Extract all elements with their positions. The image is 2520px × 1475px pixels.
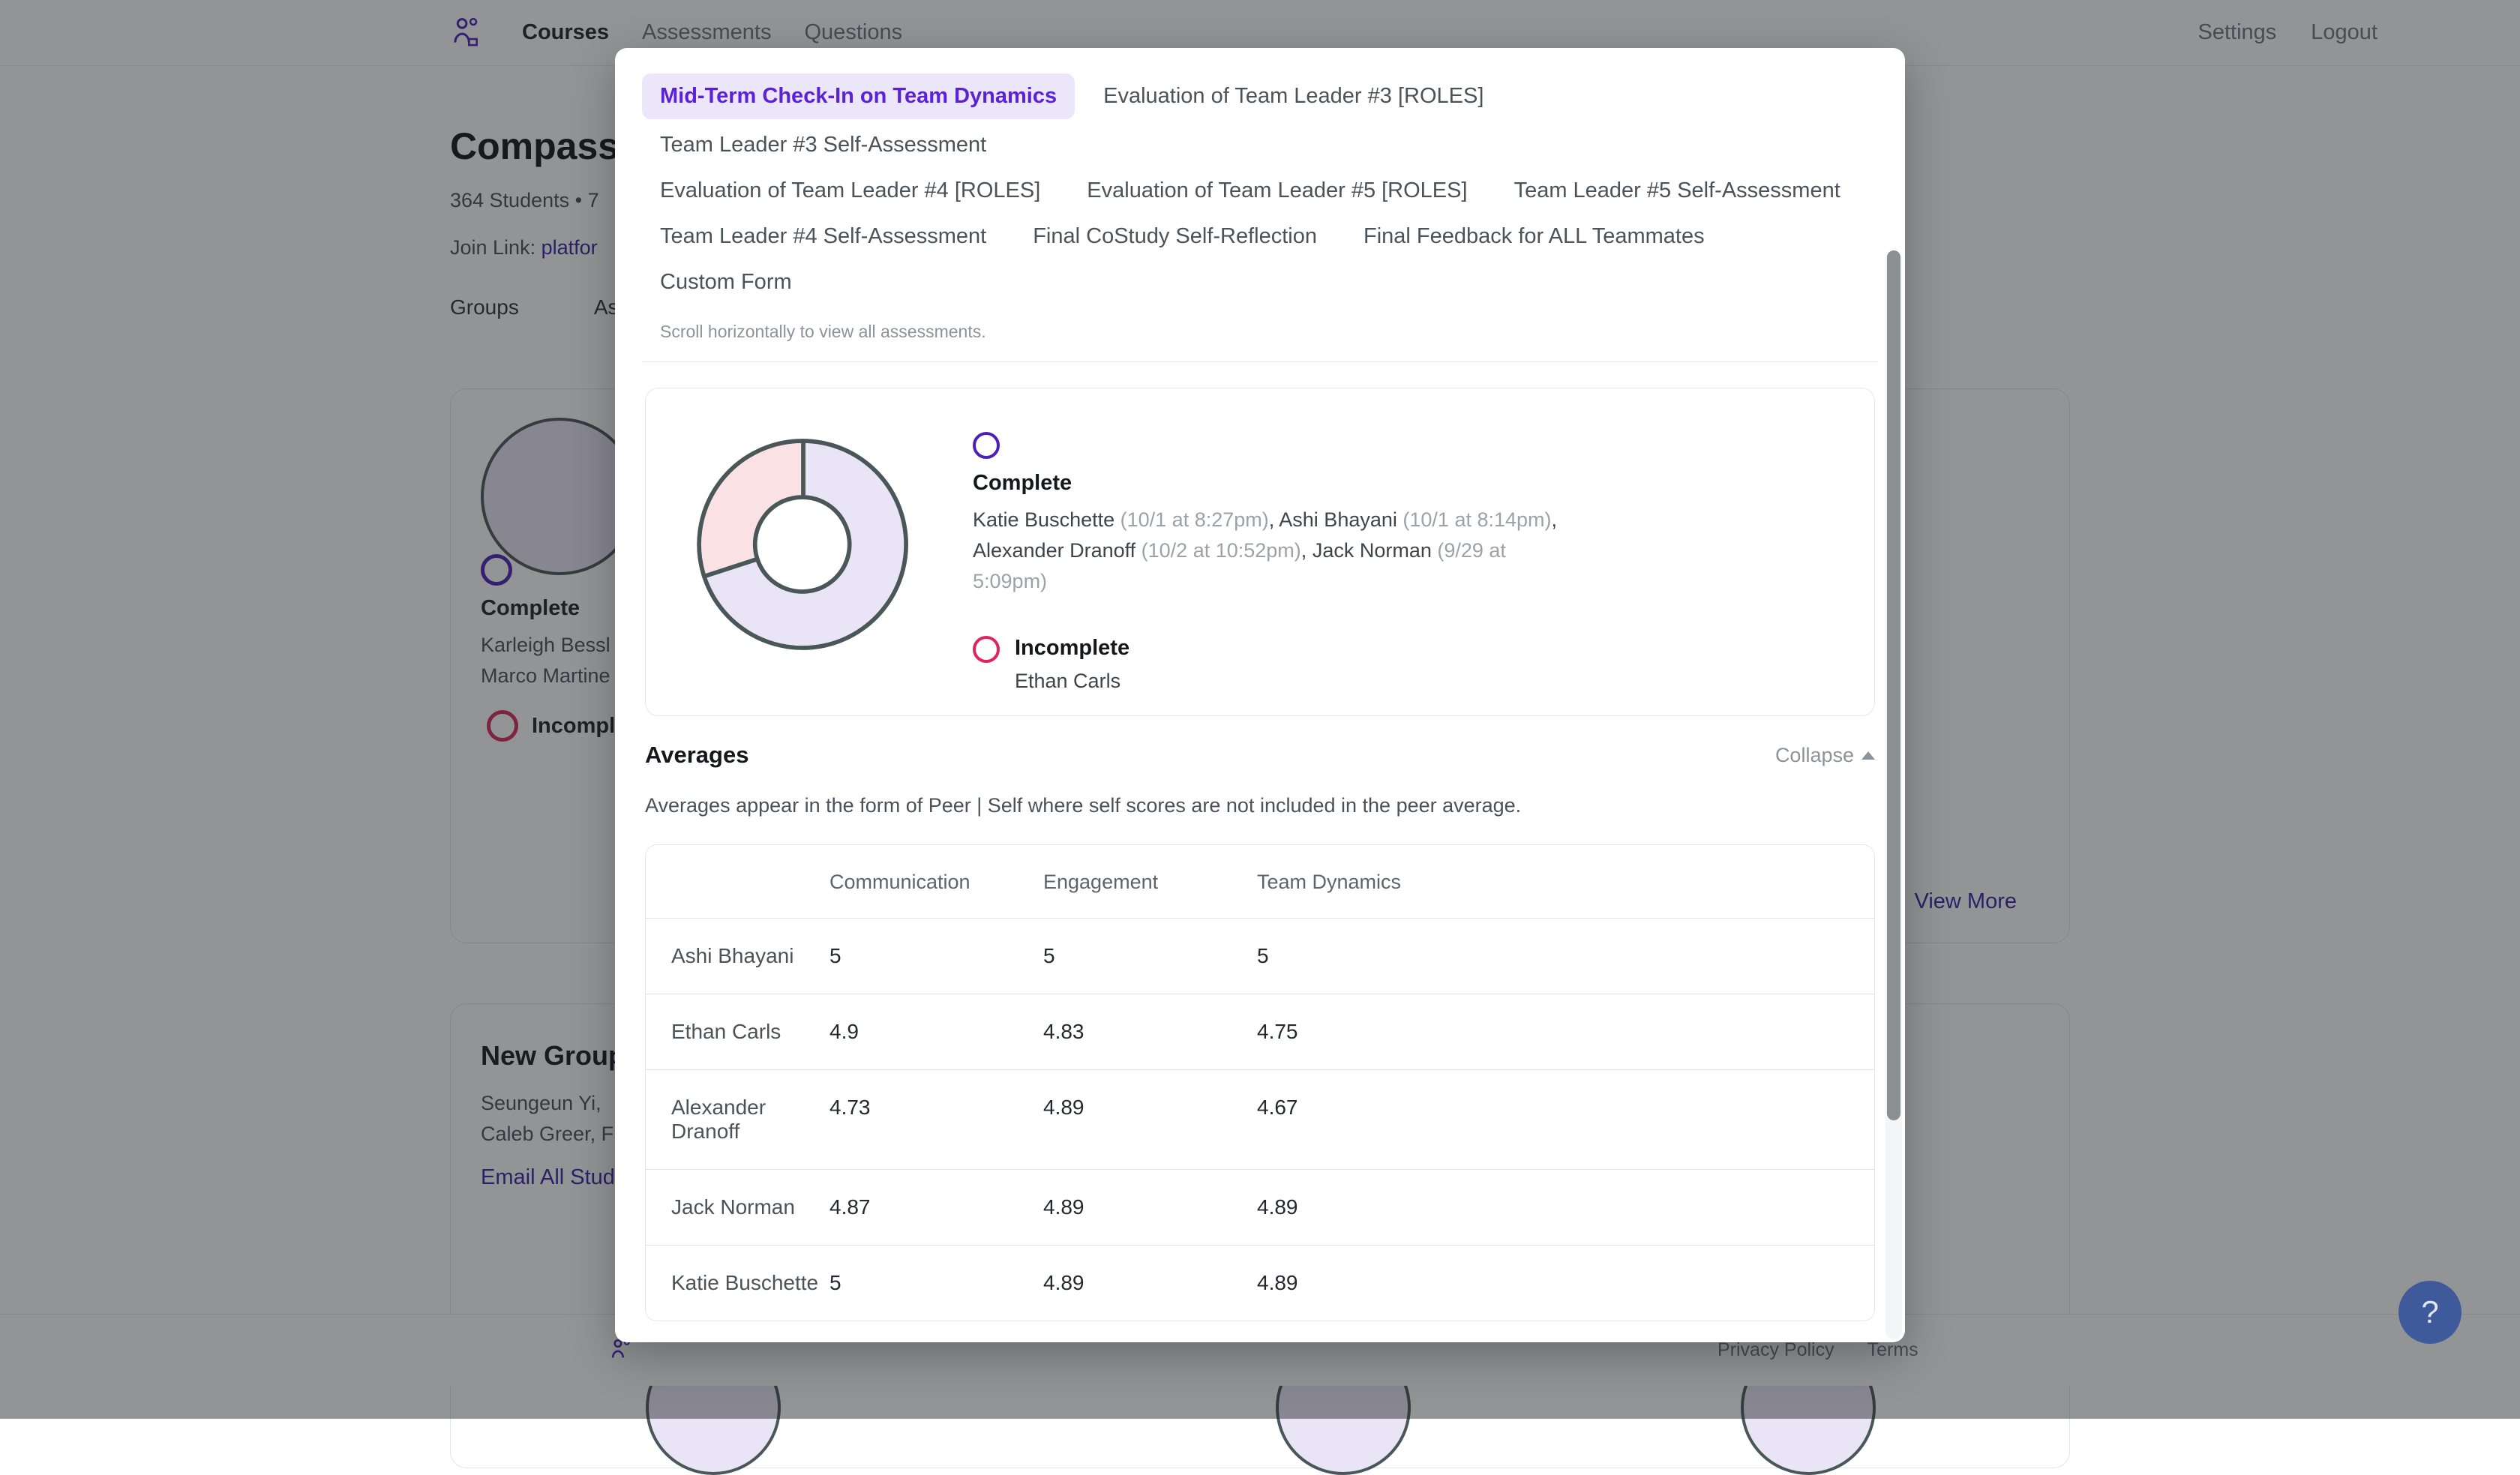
legend-complete-names: Katie Buschette (10/1 at 8:27pm), Ashi B… — [973, 505, 1558, 597]
row-comm-katie: 5 — [830, 1246, 1043, 1321]
row-comm-alexander: 4.73 — [830, 1070, 1043, 1170]
tabs-divider — [642, 361, 1878, 362]
tab-custom-form[interactable]: Custom Form — [642, 259, 810, 305]
complete-status-ring-icon — [973, 432, 1000, 459]
question-mark-icon: ? — [2421, 1294, 2438, 1330]
tab-evaluation-team-leader-4[interactable]: Evaluation of Team Leader #4 [ROLES] — [642, 168, 1058, 214]
averages-table: Communication Engagement Team Dynamics A… — [646, 845, 1874, 1321]
assessment-results-modal: Mid-Term Check-In on Team Dynamics Evalu… — [615, 48, 1905, 1342]
averages-collapse-label: Collapse — [1775, 744, 1854, 767]
assessment-tabs-area: Mid-Term Check-In on Team Dynamics Evalu… — [615, 48, 1905, 342]
row-eng-ashi: 5 — [1043, 919, 1257, 994]
completion-chart-row: Complete Katie Buschette (10/1 at 8:27pm… — [646, 414, 1874, 715]
assessment-tab-row-1: Mid-Term Check-In on Team Dynamics Evalu… — [642, 73, 1878, 168]
row-comm-ashi: 5 — [830, 919, 1043, 994]
legend-incomplete-names: Ethan Carls — [1015, 670, 1130, 693]
tab-evaluation-team-leader-5[interactable]: Evaluation of Team Leader #5 [ROLES] — [1069, 168, 1485, 214]
legend-name-katie: Katie Buschette — [973, 508, 1114, 531]
legend-complete-label: Complete — [973, 471, 1558, 496]
table-header-row: Communication Engagement Team Dynamics — [646, 845, 1874, 919]
tab-team-leader-5-self-assessment[interactable]: Team Leader #5 Self-Assessment — [1496, 168, 1858, 214]
tab-evaluation-team-leader-3[interactable]: Evaluation of Team Leader #3 [ROLES] — [1085, 73, 1502, 119]
row-name-alexander: Alexander Dranoff — [646, 1070, 830, 1170]
row-team-jack: 4.89 — [1257, 1170, 1874, 1246]
donut-chart-svg — [691, 432, 916, 657]
results-panel: Complete Katie Buschette (10/1 at 8:27pm… — [645, 388, 1875, 716]
tab-final-costudy-self-reflection[interactable]: Final CoStudy Self-Reflection — [1015, 214, 1335, 259]
row-name-ethan: Ethan Carls — [646, 994, 830, 1070]
help-button[interactable]: ? — [2398, 1281, 2462, 1344]
legend-incomplete-block: Incomplete Ethan Carls — [973, 636, 1558, 693]
averages-section-header: Averages Collapse — [615, 742, 1905, 769]
tab-mid-term-check-in[interactable]: Mid-Term Check-In on Team Dynamics — [642, 73, 1075, 119]
assessment-tab-row-4: Custom Form — [642, 259, 1878, 305]
tab-final-feedback-all-teammates[interactable]: Final Feedback for ALL Teammates — [1346, 214, 1723, 259]
legend-name-alexander: Alexander Dranoff — [973, 539, 1136, 562]
legend-time-ashi: (10/1 at 8:14pm) — [1402, 508, 1551, 531]
row-eng-alexander: 4.89 — [1043, 1070, 1257, 1170]
table-row: Alexander Dranoff 4.73 4.89 4.67 — [646, 1070, 1874, 1170]
incomplete-status-ring-icon — [973, 636, 1000, 663]
legend-time-alexander: (10/2 at 10:52pm) — [1142, 539, 1301, 562]
row-team-ethan: 4.75 — [1257, 994, 1874, 1070]
modal-scrollbar-thumb[interactable] — [1887, 250, 1900, 1120]
averages-collapse-button[interactable]: Collapse — [1775, 744, 1875, 767]
completion-legend: Complete Katie Buschette (10/1 at 8:27pm… — [973, 432, 1558, 693]
row-team-ashi: 5 — [1257, 919, 1874, 994]
averages-table-card: Communication Engagement Team Dynamics A… — [645, 844, 1875, 1321]
table-row: Ashi Bhayani 5 5 5 — [646, 919, 1874, 994]
legend-name-jack: Jack Norman — [1312, 539, 1432, 562]
row-eng-katie: 4.89 — [1043, 1246, 1257, 1321]
assessment-tab-row-2: Evaluation of Team Leader #4 [ROLES] Eva… — [642, 168, 1878, 214]
row-team-alexander: 4.67 — [1257, 1070, 1874, 1170]
row-name-ashi: Ashi Bhayani — [646, 919, 830, 994]
legend-name-ashi: Ashi Bhayani — [1279, 508, 1397, 531]
row-name-katie: Katie Buschette — [646, 1246, 830, 1321]
column-header-team-dynamics: Team Dynamics — [1257, 845, 1874, 919]
scroll-hint-text: Scroll horizontally to view all assessme… — [642, 305, 1878, 342]
chevron-up-icon — [1862, 751, 1875, 760]
donut-slice-incomplete — [699, 441, 803, 577]
table-row: Ethan Carls 4.9 4.83 4.75 — [646, 994, 1874, 1070]
averages-title: Averages — [645, 742, 748, 769]
column-header-name — [646, 845, 830, 919]
table-row: Jack Norman 4.87 4.89 4.89 — [646, 1170, 1874, 1246]
row-comm-jack: 4.87 — [830, 1170, 1043, 1246]
row-comm-ethan: 4.9 — [830, 994, 1043, 1070]
averages-note: Averages appear in the form of Peer | Se… — [615, 794, 1905, 817]
tab-team-leader-4-self-assessment[interactable]: Team Leader #4 Self-Assessment — [642, 214, 1004, 259]
tab-team-leader-3-self-assessment[interactable]: Team Leader #3 Self-Assessment — [642, 122, 1004, 168]
row-team-katie: 4.89 — [1257, 1246, 1874, 1321]
modal-scrollbar-track[interactable] — [1886, 250, 1902, 1339]
table-row: Katie Buschette 5 4.89 4.89 — [646, 1246, 1874, 1321]
legend-time-katie: (10/1 at 8:27pm) — [1120, 508, 1269, 531]
column-header-communication: Communication — [830, 845, 1043, 919]
row-name-jack: Jack Norman — [646, 1170, 830, 1246]
assessment-tab-row-3: Team Leader #4 Self-Assessment Final CoS… — [642, 214, 1878, 259]
row-eng-jack: 4.89 — [1043, 1170, 1257, 1246]
row-eng-ethan: 4.83 — [1043, 994, 1257, 1070]
completion-donut-chart — [676, 432, 931, 657]
legend-incomplete-label: Incomplete — [1015, 636, 1130, 661]
column-header-engagement: Engagement — [1043, 845, 1257, 919]
